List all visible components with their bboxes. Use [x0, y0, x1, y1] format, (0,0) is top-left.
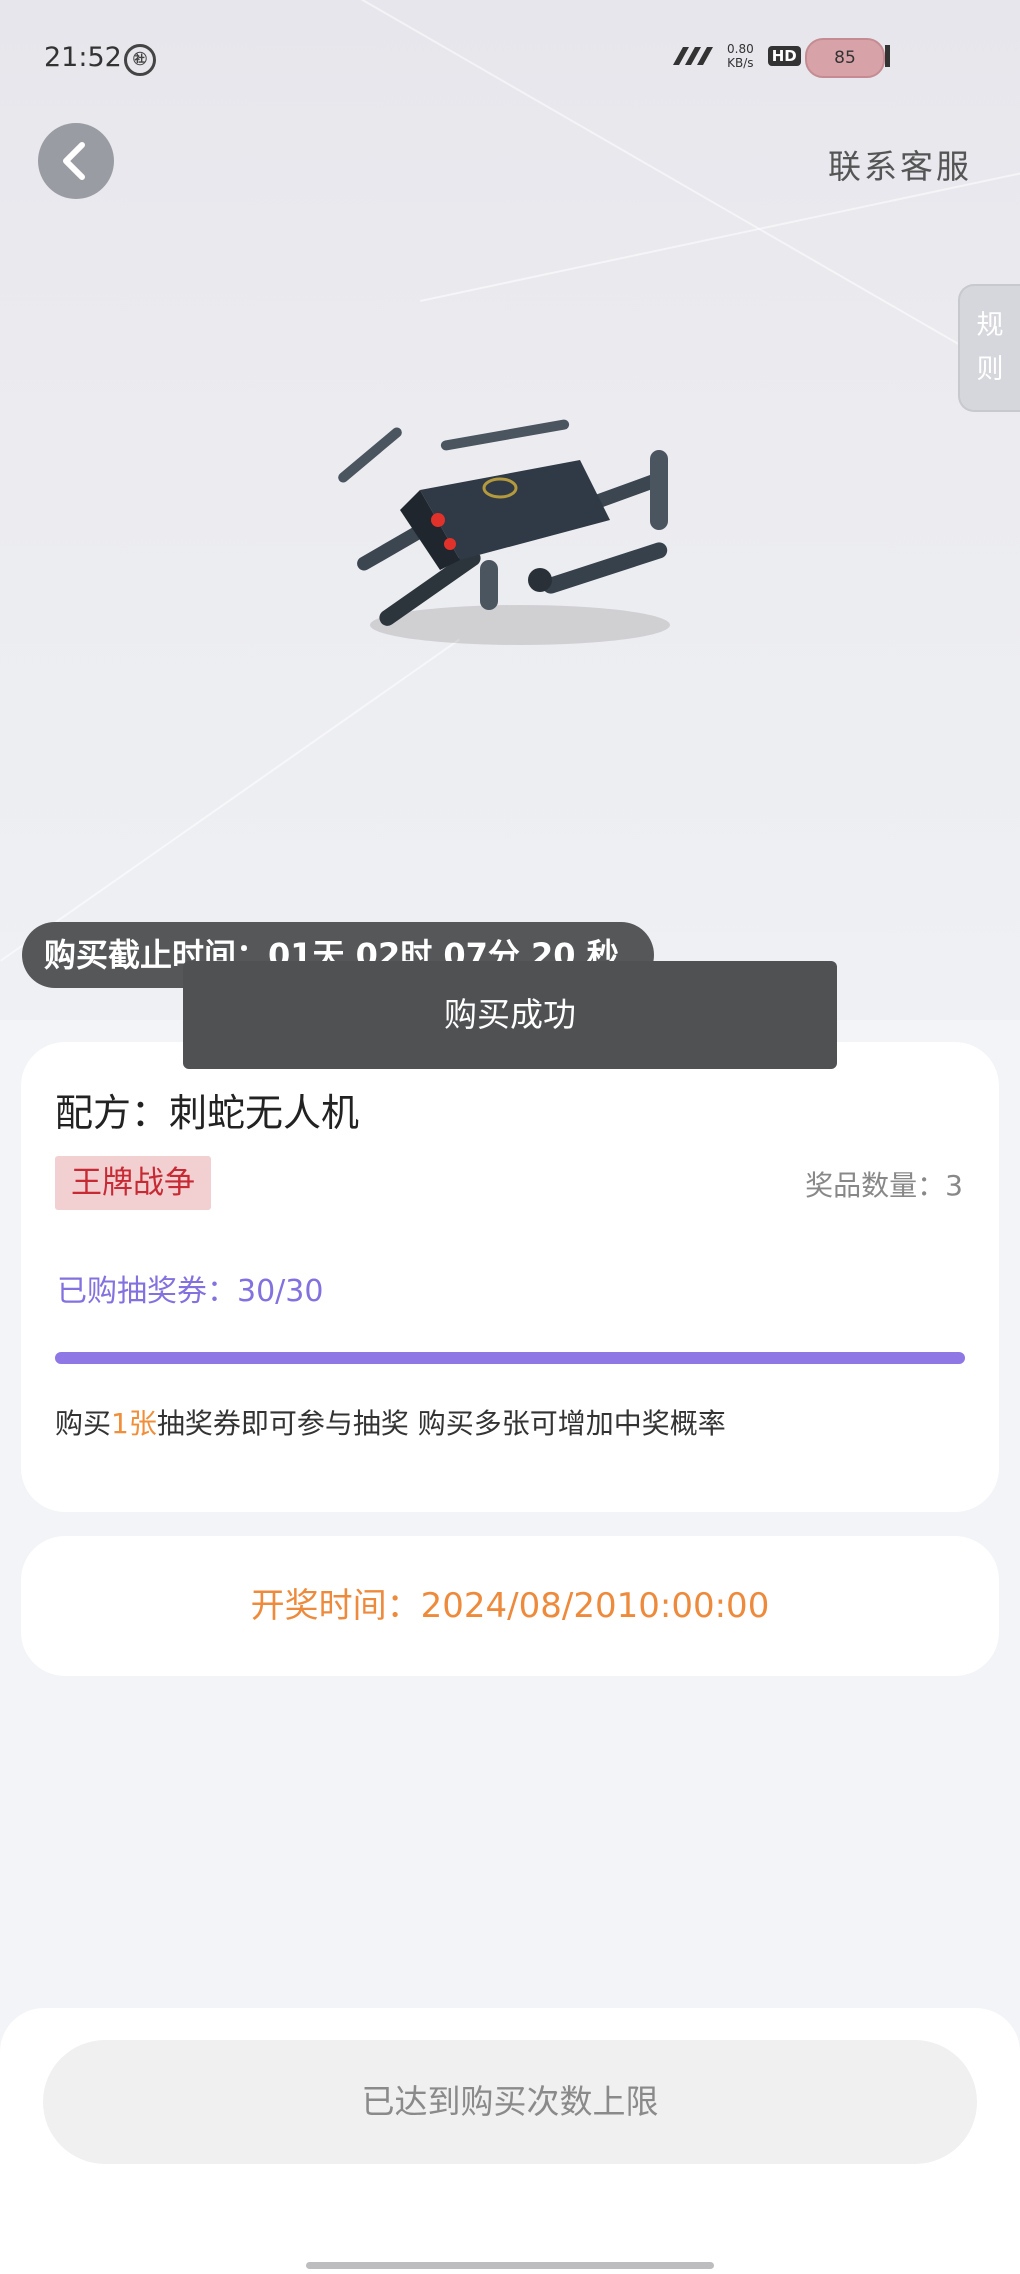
purchase-tip: 购买1张抽奖券即可参与抽奖 购买多张可增加中奖概率: [55, 1402, 726, 1442]
background-streak: [0, 638, 460, 962]
back-button[interactable]: [38, 123, 114, 199]
speed-value: 0.80: [727, 42, 754, 56]
draw-time: 开奖时间：2024/08/2010:00:00: [250, 1586, 770, 1626]
product-card: 配方：刺蛇无人机 王牌战争 奖品数量：3 已购抽奖券：30/30 购买1张抽奖券…: [21, 1042, 999, 1512]
tip-prefix: 购买: [55, 1407, 112, 1440]
home-indicator[interactable]: [306, 2262, 714, 2269]
hd-icon: HD: [767, 46, 801, 66]
rules-tab[interactable]: 规 则: [958, 284, 1020, 412]
rules-label-bottom: 则: [976, 354, 1004, 385]
ticket-progress-fill: [55, 1352, 965, 1364]
customer-service-link[interactable]: 联系客服: [828, 140, 972, 188]
drone-image: [338, 419, 670, 645]
battery-icon: 85: [805, 38, 885, 78]
tip-suffix: 抽奖券即可参与抽奖 购买多张可增加中奖概率: [156, 1407, 726, 1440]
purchased-tickets: 已购抽奖券：30/30: [57, 1274, 324, 1309]
recipe-title: 配方：刺蛇无人机: [55, 1091, 360, 1135]
notification-icon: ㊓: [124, 44, 156, 76]
tip-highlight: 1张: [111, 1407, 157, 1440]
speed-unit: KB/s: [727, 56, 754, 70]
network-speed: 0.80 KB/s: [727, 42, 754, 70]
prize-count: 奖品数量：3: [805, 1169, 963, 1202]
game-badge: 王牌战争: [55, 1156, 211, 1210]
success-toast: 购买成功: [183, 961, 837, 1069]
status-bar: 21:52 ㊓ 0.80 KB/s HD 4G 85: [0, 0, 1020, 118]
status-time: 21:52: [44, 42, 122, 73]
chevron-left-icon: [63, 142, 85, 180]
purchase-limit-button[interactable]: 已达到购买次数上限: [43, 2040, 977, 2164]
signal-strength-icon: [673, 47, 713, 65]
rules-label-top: 规: [976, 310, 1004, 341]
ticket-progress-bar: [55, 1352, 965, 1364]
draw-time-card: 开奖时间：2024/08/2010:00:00: [21, 1536, 999, 1676]
